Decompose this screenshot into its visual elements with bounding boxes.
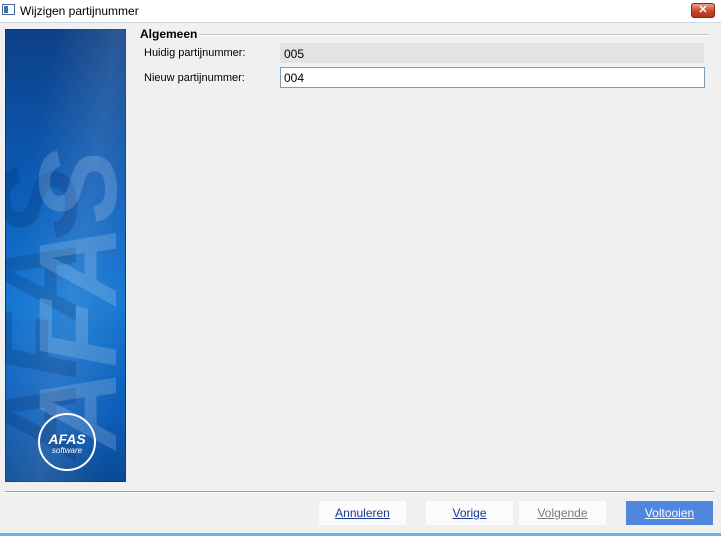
logo-main-text: AFAS	[48, 431, 86, 447]
current-number-field: 005	[280, 43, 704, 63]
new-number-label: Nieuw partijnummer:	[144, 72, 245, 84]
finish-button[interactable]: Voltooien	[626, 501, 713, 525]
group-divider	[200, 34, 709, 36]
close-button[interactable]: ✕	[691, 3, 715, 18]
branding-panel: AFAS AFAS AFAS software	[5, 29, 126, 482]
logo-sub-text: software	[51, 446, 83, 455]
new-number-input[interactable]	[280, 67, 705, 88]
cancel-button[interactable]: Annuleren	[319, 501, 406, 525]
group-title: Algemeen	[140, 27, 198, 41]
window-app-icon	[2, 4, 15, 15]
current-number-label: Huidig partijnummer:	[144, 47, 246, 59]
next-button[interactable]: Volgende	[519, 501, 606, 525]
bottom-divider	[5, 491, 714, 493]
brand-watermark: AFAS	[17, 147, 126, 449]
afas-logo: AFAS software	[38, 413, 96, 471]
window-title: Wijzigen partijnummer	[20, 4, 139, 18]
title-bar: Wijzigen partijnummer ✕	[0, 0, 721, 23]
previous-button[interactable]: Vorige	[426, 501, 513, 525]
